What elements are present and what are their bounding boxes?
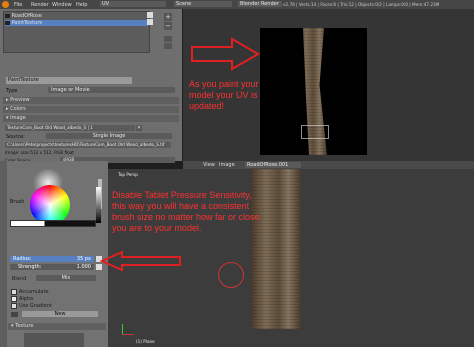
uv-annotation-arrow [191,37,260,71]
axis-y-line [122,324,123,334]
menu-render[interactable]: Render [31,2,49,8]
blender-logo-icon[interactable] [2,1,9,8]
image-file-tab[interactable]: TextureCom_Boot Old Wood_albedo_S | 1 [5,125,135,131]
use-gradient-label: Use Gradient [19,303,52,309]
axis-x-line [122,334,134,335]
image-name-field[interactable]: PaintTexture [6,77,132,84]
strength-field[interactable]: Strength: 1.000 [10,264,94,270]
properties-panel: RoadOfRose PaintTexture + − PaintTexture… [0,9,182,163]
new-palette-button[interactable]: New [22,311,98,317]
menu-window[interactable]: Window [52,2,72,8]
scene-selector[interactable]: Scene [174,1,232,7]
uv-image-canvas[interactable] [260,28,367,155]
uv-face-outline [301,125,329,139]
blend-label: Blend [12,276,27,282]
accumulate-label: Accumulate [19,289,49,295]
move-up-icon[interactable] [164,36,172,42]
tool-tabs[interactable] [0,161,7,347]
pressure-annotation-arrow [100,250,181,272]
object-label: (1) Plane [136,339,155,344]
uv-menu-view[interactable]: View [203,162,215,168]
accumulate-checkbox[interactable] [11,289,17,295]
add-slot-button[interactable]: + [164,13,172,21]
menu-help[interactable]: Help [76,2,87,8]
image-type-dropdown[interactable]: Image or Movie [48,87,175,93]
preview-section-header[interactable]: ▸ Preview [3,97,179,104]
uv-menu-image[interactable]: Image [219,162,235,168]
screen-selector[interactable]: UV [100,1,166,7]
alpha-checkbox[interactable] [11,296,17,302]
uv-map-list: RoadOfRose PaintTexture [3,11,150,53]
color-swatch[interactable] [10,220,96,227]
palette-icon[interactable] [11,312,18,317]
scene-stats: v2.78 | Verts:14 | Faces:6 | Tris:12 | O… [283,2,440,7]
checkbox-icon[interactable] [147,19,153,25]
list-item-selected[interactable]: PaintTexture [5,20,148,26]
brush-cursor-circle [218,262,244,288]
value-slider[interactable] [96,187,101,223]
render-engine-selector[interactable]: Blender Render [238,1,282,7]
color-wheel[interactable] [30,185,70,225]
uv-annotation-text: As you paint your model your UV is updat… [189,79,259,111]
alpha-label: Alpha [19,296,34,302]
image-section-header[interactable]: ▾ Image [3,115,179,122]
brush-label: Brush [10,199,25,205]
use-gradient-checkbox[interactable] [11,303,17,309]
source-label: Source: [6,134,25,140]
image-info: Image: size 512 x 512, RGB float [5,150,74,155]
pressure-annotation-text: Disable Tablet Pressure Sensitivity, thi… [112,190,260,233]
type-label: Type [6,88,18,94]
top-bar: File Render Window Help UV Scene Blender… [0,0,474,9]
tool-shelf: Brush Radius: 35 px Strength: 1.000 Blen… [0,161,108,347]
move-down-icon[interactable] [164,43,172,49]
checkbox-icon[interactable] [147,12,153,18]
radius-field[interactable]: Radius: 35 px [10,256,94,262]
texture-preview [24,333,84,347]
list-item[interactable]: RoadOfRose [5,13,148,19]
menu-file[interactable]: File [14,2,22,8]
blend-dropdown[interactable]: Mix [36,275,96,281]
uv-editor-header: View Image RoadOfRose.001 [183,161,474,169]
source-dropdown[interactable]: Single Image [46,133,172,139]
filepath-field[interactable]: C:\Users\Pete\projects\texturesHD\Textur… [5,142,171,148]
view-name: Top Persp [118,172,138,177]
texture-section-header[interactable]: ▾ Texture [8,323,106,330]
close-icon[interactable]: ✕ [136,125,142,131]
remove-slot-button[interactable]: − [164,22,172,30]
uv-image-selector[interactable]: RoadOfRose.001 [245,162,301,168]
colors-section-header[interactable]: ▸ Colors [3,106,179,113]
